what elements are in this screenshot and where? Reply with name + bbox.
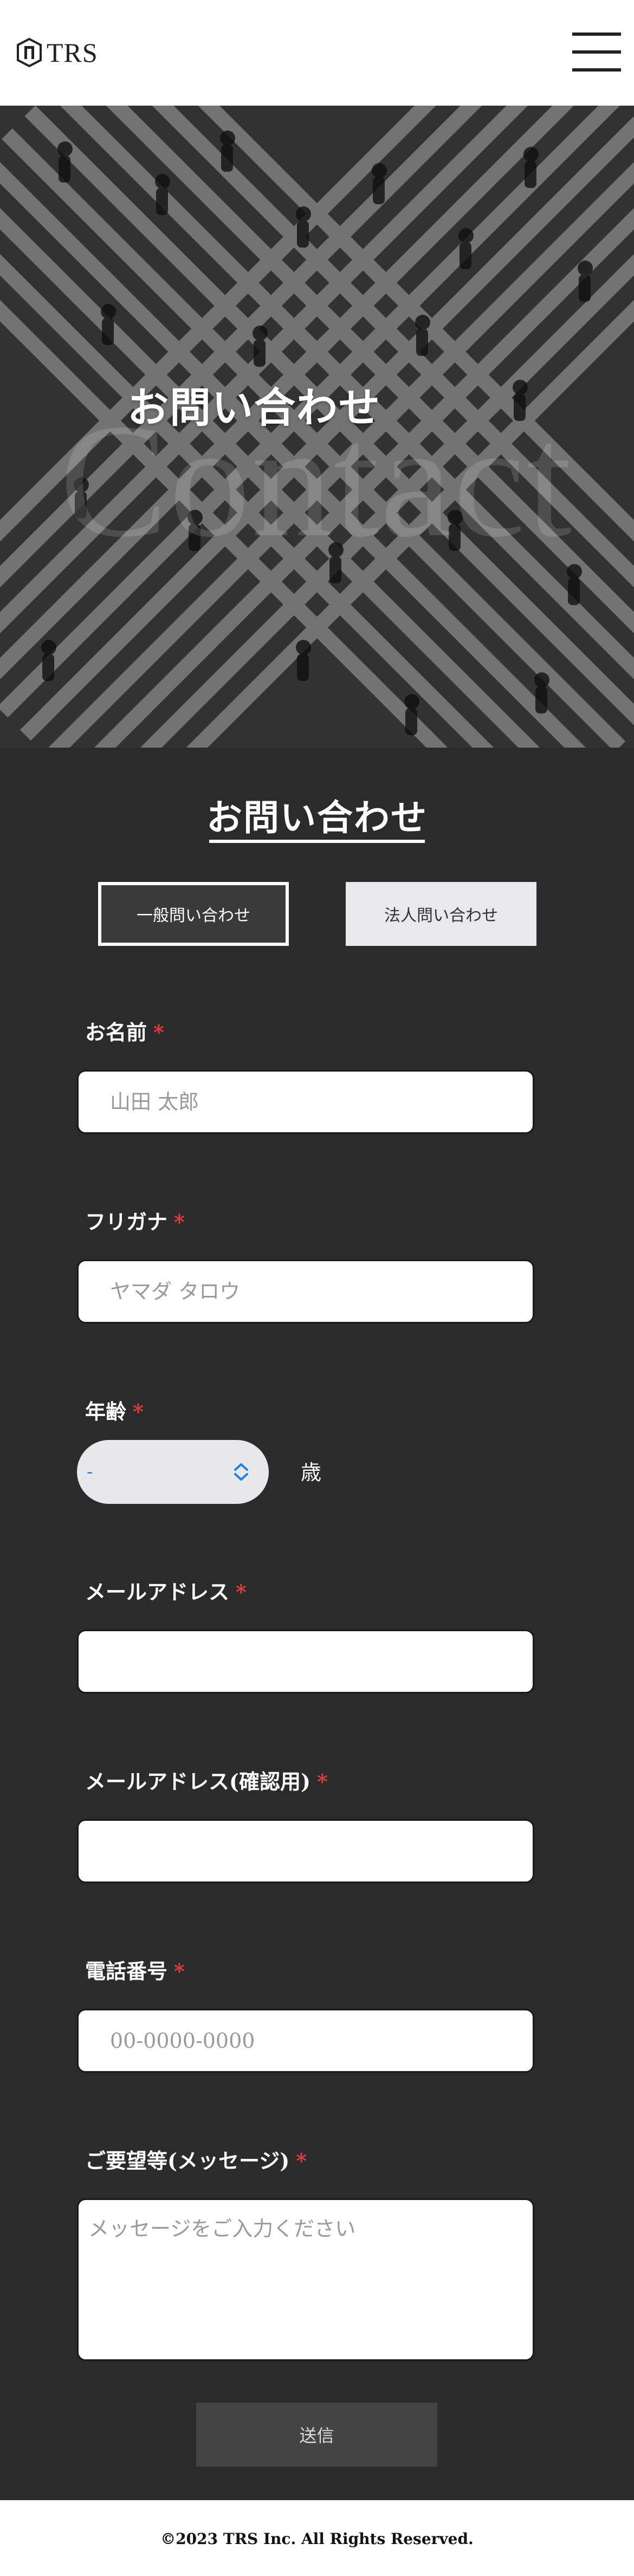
phone-input[interactable] [77, 2009, 534, 2073]
contact-form-section: お問い合わせ 一般問い合わせ 法人問い合わせ お名前* フリガナ* 年齢* - … [0, 748, 634, 2500]
message-textarea[interactable] [77, 2198, 534, 2361]
hamburger-menu-button[interactable] [572, 33, 621, 72]
email-input[interactable] [77, 1630, 534, 1693]
required-mark: * [174, 1210, 185, 1234]
kana-label-text: フリガナ [85, 1210, 168, 1234]
tab-general-inquiry[interactable]: 一般問い合わせ [98, 882, 289, 946]
message-label: ご要望等(メッセージ) * [85, 2144, 307, 2174]
required-mark: * [316, 1769, 328, 1794]
tab-corporate-inquiry[interactable]: 法人問い合わせ [346, 882, 536, 946]
email-label: メールアドレス * [85, 1575, 247, 1605]
section-title: お問い合わせ [206, 796, 428, 839]
select-arrows-icon [234, 1463, 248, 1481]
message-label-text: ご要望等(メッセージ) [85, 2149, 290, 2173]
phone-label: 電話番号 * [85, 1955, 185, 1984]
age-select-value: - [87, 1461, 93, 1483]
name-input[interactable] [77, 1070, 534, 1134]
submit-button[interactable]: 送信 [196, 2403, 437, 2467]
kana-input[interactable] [77, 1260, 534, 1323]
logo-icon [17, 37, 42, 68]
required-mark: * [174, 1959, 185, 1983]
site-header: TRS [0, 0, 634, 106]
hero-banner: Contact お問い合わせ [0, 106, 634, 748]
age-label-text: 年齢 [85, 1399, 127, 1424]
required-mark: * [236, 1580, 247, 1604]
hamburger-icon-bar [572, 68, 621, 72]
section-title-underline [209, 840, 425, 843]
phone-label-text: 電話番号 [85, 1959, 168, 1983]
contact-page: TRS Contact お問い合わせ お問い合わせ 一般問い合わせ 法人問い合わ… [0, 0, 634, 2576]
email-confirm-label-text: メールアドレス(確認用) [85, 1769, 310, 1794]
required-mark: * [296, 2149, 307, 2173]
required-mark: * [153, 1020, 164, 1044]
name-label: お名前 * [85, 1016, 164, 1046]
email-confirm-input[interactable] [77, 1819, 534, 1883]
name-label-text: お名前 [85, 1020, 147, 1044]
email-confirm-label: メールアドレス(確認用) * [85, 1765, 328, 1795]
hamburger-icon [572, 33, 621, 36]
hero-title: お問い合わせ [127, 384, 381, 432]
logo-link[interactable]: TRS [16, 37, 98, 68]
site-footer: ©2023 TRS Inc. All Rights Reserved. [0, 2500, 634, 2576]
required-mark: * [133, 1399, 144, 1424]
logo-text: TRS [47, 37, 98, 68]
age-label: 年齢 * [85, 1395, 144, 1425]
copyright-text: ©2023 TRS Inc. All Rights Reserved. [160, 2530, 474, 2548]
age-select[interactable]: - [77, 1440, 269, 1504]
age-unit-label: 歳 [301, 1461, 322, 1484]
kana-label: フリガナ * [85, 1205, 185, 1235]
hamburger-icon-bar [572, 50, 621, 54]
email-label-text: メールアドレス [85, 1580, 230, 1604]
